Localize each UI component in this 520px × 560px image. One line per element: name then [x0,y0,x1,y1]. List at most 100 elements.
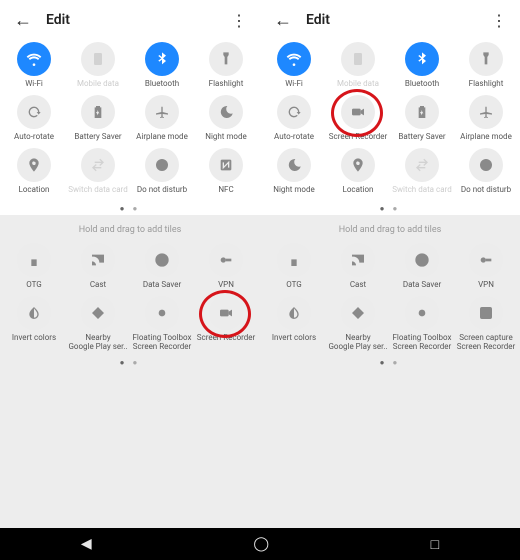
tile-label: Switch data card [68,186,127,195]
tile-label: Screen capture Screen Recorder [457,334,515,352]
tile-row: Invert colors Nearby Google Play ser.. Flo… [262,296,518,352]
back-button[interactable]: ← [274,10,292,31]
tile-label: Nearby Google Play ser.. [328,334,387,352]
drag-hint: Hold and drag to add tiles [2,225,258,235]
tile-label: Switch data card [392,186,451,195]
tile-screen-capture[interactable]: Screen capture Screen Recorder [455,296,517,352]
tile-row: Wi-Fi Mobile data Bluetooth Flashlight [262,42,518,89]
tile-do-not-disturb[interactable]: Do not disturb [131,148,193,195]
tile-label: Location [343,186,374,195]
tile-row: Invert colors Nearby Google Play ser.. Flo… [2,296,258,352]
switch-data-card-icon [81,148,115,182]
tile-label: Data Saver [143,281,181,290]
flashlight-icon [469,42,503,76]
tile-label: Battery Saver [398,133,445,142]
back-button[interactable]: ← [14,10,32,31]
tile-location[interactable]: Location [3,148,65,195]
tile-nearby[interactable]: Nearby Google Play ser.. [67,296,129,352]
tile-vpn[interactable]: VPN [195,243,257,290]
tile-label: Flashlight [469,80,504,89]
tile-switch-data-card[interactable]: Switch data card [391,148,453,195]
tile-night-mode[interactable]: Night mode [195,95,257,142]
overflow-menu[interactable]: ⋮ [231,11,246,30]
switch-data-card-icon [405,148,439,182]
tile-switch-data-card[interactable]: Switch data card [67,148,129,195]
night-mode-icon [277,148,311,182]
tile-label: Battery Saver [74,133,121,142]
tile-mobile-data[interactable]: Mobile data [67,42,129,89]
bluetooth-icon [145,42,179,76]
wifi-icon [277,42,311,76]
tile-location[interactable]: Location [327,148,389,195]
tile-wifi[interactable]: Wi-Fi [3,42,65,89]
screenshots-pair: ←Edit⋮Wi-FiMobile dataBluetoothFlashligh… [0,0,520,528]
tile-label: Do not disturb [137,186,187,195]
page-indicator: ● ● [262,358,518,367]
tile-label: OTG [286,281,302,290]
nav-recents[interactable]: □ [431,536,439,553]
mobile-data-icon [341,42,375,76]
tile-label: Auto-rotate [274,133,314,142]
tile-flashlight[interactable]: Flashlight [455,42,517,89]
tile-invert-colors[interactable]: Invert colors [263,296,325,352]
tile-auto-rotate[interactable]: Auto-rotate [263,95,325,142]
tile-nearby[interactable]: Nearby Google Play ser.. [327,296,389,352]
tile-label: Floating Toolbox Screen Recorder [393,334,452,352]
tile-label: Screen Recorder [329,133,387,142]
tile-label: Mobile data [337,80,379,89]
tile-label: NFC [218,186,233,195]
tile-mobile-data[interactable]: Mobile data [327,42,389,89]
battery-saver-icon [405,95,439,129]
tile-data-saver[interactable]: Data Saver [391,243,453,290]
nearby-icon [81,296,115,330]
tile-vpn[interactable]: VPN [455,243,517,290]
auto-rotate-icon [277,95,311,129]
otg-icon [17,243,51,277]
screen-left: ←Edit⋮Wi-FiMobile dataBluetoothFlashligh… [0,0,260,528]
location-icon [17,148,51,182]
page-indicator: ● ● [260,204,520,213]
tile-label: Invert colors [272,334,316,343]
android-navbar: ◀ ◯ □ [0,528,520,560]
tile-invert-colors[interactable]: Invert colors [3,296,65,352]
nav-home[interactable]: ◯ [253,536,269,552]
location-icon [341,148,375,182]
tile-airplane-mode[interactable]: Airplane mode [455,95,517,142]
airplane-mode-icon [145,95,179,129]
tile-label: Airplane mode [460,133,512,142]
tile-nfc[interactable]: NFC [195,148,257,195]
bluetooth-icon [405,42,439,76]
flashlight-icon [209,42,243,76]
screen-capture-icon [469,296,503,330]
tile-row: Auto-rotate Screen Recorder Battery Saver A… [262,95,518,142]
tile-row: OTG CastData SaverVPN [262,243,518,290]
tile-flashlight[interactable]: Flashlight [195,42,257,89]
overflow-menu[interactable]: ⋮ [491,11,506,30]
tile-cast[interactable]: Cast [67,243,129,290]
tile-otg[interactable]: OTG [263,243,325,290]
tile-battery-saver[interactable]: Battery Saver [67,95,129,142]
tile-do-not-disturb[interactable]: Do not disturb [455,148,517,195]
tile-label: Floating Toolbox Screen Recorder [133,334,192,352]
tile-night-mode[interactable]: Night mode [263,148,325,195]
tile-floating-toolbox[interactable]: Floating Toolbox Screen Recorder [391,296,453,352]
tile-label: Flashlight [209,80,244,89]
nav-back[interactable]: ◀ [81,536,92,552]
tile-wifi[interactable]: Wi-Fi [263,42,325,89]
tile-data-saver[interactable]: Data Saver [131,243,193,290]
tile-cast[interactable]: Cast [327,243,389,290]
screen-recorder-icon [341,95,375,129]
tile-row: Auto-rotate Battery Saver Airplane modeNig… [2,95,258,142]
tile-label: Nearby Google Play ser.. [68,334,127,352]
tile-screen-recorder[interactable]: Screen Recorder [327,95,389,142]
mobile-data-icon [81,42,115,76]
tile-screen-recorder[interactable]: Screen Recorder [195,296,257,352]
tile-bluetooth[interactable]: Bluetooth [391,42,453,89]
tile-otg[interactable]: OTG [3,243,65,290]
tile-label: Invert colors [12,334,56,343]
tile-floating-toolbox[interactable]: Floating Toolbox Screen Recorder [131,296,193,352]
tile-auto-rotate[interactable]: Auto-rotate [3,95,65,142]
tile-battery-saver[interactable]: Battery Saver [391,95,453,142]
tile-bluetooth[interactable]: Bluetooth [131,42,193,89]
tile-airplane-mode[interactable]: Airplane mode [131,95,193,142]
